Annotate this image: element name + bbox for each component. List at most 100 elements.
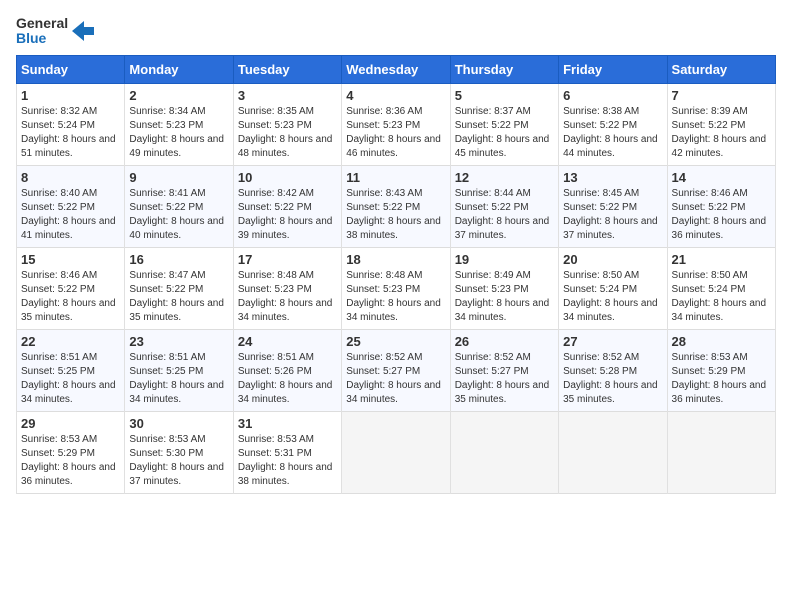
day-cell: 30 Sunrise: 8:53 AMSunset: 5:30 PMDayligh… (125, 411, 233, 493)
day-info: Sunrise: 8:42 AMSunset: 5:22 PMDaylight:… (238, 187, 337, 243)
day-info: Sunrise: 8:52 AMSunset: 5:28 PMDaylight:… (563, 351, 662, 407)
day-cell: 13 Sunrise: 8:45 AMSunset: 5:22 PMDayligh… (559, 165, 667, 247)
day-cell: 4 Sunrise: 8:36 AMSunset: 5:23 PMDaylight… (342, 83, 450, 165)
day-cell: 7 Sunrise: 8:39 AMSunset: 5:22 PMDaylight… (667, 83, 775, 165)
header: General Blue (16, 16, 776, 47)
day-number: 22 (21, 334, 120, 349)
header-thursday: Thursday (450, 55, 558, 83)
day-number: 30 (129, 416, 228, 431)
day-cell: 24 Sunrise: 8:51 AMSunset: 5:26 PMDayligh… (233, 329, 341, 411)
day-number: 9 (129, 170, 228, 185)
day-number: 1 (21, 88, 120, 103)
header-saturday: Saturday (667, 55, 775, 83)
day-info: Sunrise: 8:35 AMSunset: 5:23 PMDaylight:… (238, 105, 337, 161)
day-number: 13 (563, 170, 662, 185)
day-number: 27 (563, 334, 662, 349)
logo: General Blue (16, 16, 94, 47)
logo-text: General Blue (16, 16, 68, 47)
day-info: Sunrise: 8:44 AMSunset: 5:22 PMDaylight:… (455, 187, 554, 243)
header-monday: Monday (125, 55, 233, 83)
day-number: 8 (21, 170, 120, 185)
day-info: Sunrise: 8:39 AMSunset: 5:22 PMDaylight:… (672, 105, 771, 161)
day-cell: 12 Sunrise: 8:44 AMSunset: 5:22 PMDayligh… (450, 165, 558, 247)
week-row-5: 29 Sunrise: 8:53 AMSunset: 5:29 PMDayligh… (17, 411, 776, 493)
day-number: 26 (455, 334, 554, 349)
logo-blue: Blue (16, 31, 68, 46)
header-tuesday: Tuesday (233, 55, 341, 83)
day-info: Sunrise: 8:49 AMSunset: 5:23 PMDaylight:… (455, 269, 554, 325)
day-cell: 29 Sunrise: 8:53 AMSunset: 5:29 PMDayligh… (17, 411, 125, 493)
day-info: Sunrise: 8:34 AMSunset: 5:23 PMDaylight:… (129, 105, 228, 161)
day-cell: 21 Sunrise: 8:50 AMSunset: 5:24 PMDayligh… (667, 247, 775, 329)
day-number: 18 (346, 252, 445, 267)
day-cell: 26 Sunrise: 8:52 AMSunset: 5:27 PMDayligh… (450, 329, 558, 411)
day-cell (559, 411, 667, 493)
day-info: Sunrise: 8:40 AMSunset: 5:22 PMDaylight:… (21, 187, 120, 243)
day-info: Sunrise: 8:50 AMSunset: 5:24 PMDaylight:… (672, 269, 771, 325)
day-number: 17 (238, 252, 337, 267)
day-cell: 16 Sunrise: 8:47 AMSunset: 5:22 PMDayligh… (125, 247, 233, 329)
day-number: 29 (21, 416, 120, 431)
week-row-3: 15 Sunrise: 8:46 AMSunset: 5:22 PMDayligh… (17, 247, 776, 329)
day-cell: 17 Sunrise: 8:48 AMSunset: 5:23 PMDayligh… (233, 247, 341, 329)
day-info: Sunrise: 8:48 AMSunset: 5:23 PMDaylight:… (346, 269, 445, 325)
logo-general: General (16, 16, 68, 31)
day-info: Sunrise: 8:37 AMSunset: 5:22 PMDaylight:… (455, 105, 554, 161)
day-cell: 6 Sunrise: 8:38 AMSunset: 5:22 PMDaylight… (559, 83, 667, 165)
day-info: Sunrise: 8:52 AMSunset: 5:27 PMDaylight:… (346, 351, 445, 407)
day-number: 15 (21, 252, 120, 267)
day-info: Sunrise: 8:36 AMSunset: 5:23 PMDaylight:… (346, 105, 445, 161)
day-number: 31 (238, 416, 337, 431)
day-cell: 22 Sunrise: 8:51 AMSunset: 5:25 PMDayligh… (17, 329, 125, 411)
day-cell: 31 Sunrise: 8:53 AMSunset: 5:31 PMDayligh… (233, 411, 341, 493)
day-info: Sunrise: 8:53 AMSunset: 5:30 PMDaylight:… (129, 433, 228, 489)
day-info: Sunrise: 8:51 AMSunset: 5:26 PMDaylight:… (238, 351, 337, 407)
day-number: 7 (672, 88, 771, 103)
day-info: Sunrise: 8:53 AMSunset: 5:31 PMDaylight:… (238, 433, 337, 489)
day-number: 4 (346, 88, 445, 103)
day-info: Sunrise: 8:53 AMSunset: 5:29 PMDaylight:… (21, 433, 120, 489)
day-number: 11 (346, 170, 445, 185)
day-info: Sunrise: 8:48 AMSunset: 5:23 PMDaylight:… (238, 269, 337, 325)
day-info: Sunrise: 8:32 AMSunset: 5:24 PMDaylight:… (21, 105, 120, 161)
day-info: Sunrise: 8:52 AMSunset: 5:27 PMDaylight:… (455, 351, 554, 407)
day-cell: 19 Sunrise: 8:49 AMSunset: 5:23 PMDayligh… (450, 247, 558, 329)
day-info: Sunrise: 8:45 AMSunset: 5:22 PMDaylight:… (563, 187, 662, 243)
day-cell: 3 Sunrise: 8:35 AMSunset: 5:23 PMDaylight… (233, 83, 341, 165)
day-number: 24 (238, 334, 337, 349)
day-info: Sunrise: 8:50 AMSunset: 5:24 PMDaylight:… (563, 269, 662, 325)
day-cell (667, 411, 775, 493)
day-number: 5 (455, 88, 554, 103)
day-cell: 23Sunrise: 8:51 AMSunset: 5:25 PMDayligh… (125, 329, 233, 411)
day-info: Sunrise: 8:47 AMSunset: 5:22 PMDaylight:… (129, 269, 228, 325)
day-number: 19 (455, 252, 554, 267)
day-cell: 1 Sunrise: 8:32 AMSunset: 5:24 PMDaylight… (17, 83, 125, 165)
header-friday: Friday (559, 55, 667, 83)
day-number: 3 (238, 88, 337, 103)
week-row-2: 8 Sunrise: 8:40 AMSunset: 5:22 PMDaylight… (17, 165, 776, 247)
day-info: Sunrise: 8:46 AMSunset: 5:22 PMDaylight:… (21, 269, 120, 325)
day-cell: 10Sunrise: 8:42 AMSunset: 5:22 PMDayligh… (233, 165, 341, 247)
day-cell: 25Sunrise: 8:52 AMSunset: 5:27 PMDayligh… (342, 329, 450, 411)
day-number: 12 (455, 170, 554, 185)
day-info: Sunrise: 8:38 AMSunset: 5:22 PMDaylight:… (563, 105, 662, 161)
day-info: Sunrise: 8:41 AMSunset: 5:22 PMDaylight:… (129, 187, 228, 243)
day-number: 28 (672, 334, 771, 349)
day-info: Sunrise: 8:43 AMSunset: 5:22 PMDaylight:… (346, 187, 445, 243)
header-sunday: Sunday (17, 55, 125, 83)
day-cell: 27 Sunrise: 8:52 AMSunset: 5:28 PMDayligh… (559, 329, 667, 411)
day-cell: 9 Sunrise: 8:41 AMSunset: 5:22 PMDaylight… (125, 165, 233, 247)
day-cell (450, 411, 558, 493)
day-info: Sunrise: 8:46 AMSunset: 5:22 PMDaylight:… (672, 187, 771, 243)
day-number: 16 (129, 252, 228, 267)
header-wednesday: Wednesday (342, 55, 450, 83)
day-info: Sunrise: 8:51 AMSunset: 5:25 PMDaylight:… (129, 351, 228, 407)
day-cell: 5 Sunrise: 8:37 AMSunset: 5:22 PMDaylight… (450, 83, 558, 165)
day-info: Sunrise: 8:51 AMSunset: 5:25 PMDaylight:… (21, 351, 120, 407)
day-cell (342, 411, 450, 493)
day-number: 21 (672, 252, 771, 267)
day-info: Sunrise: 8:53 AMSunset: 5:29 PMDaylight:… (672, 351, 771, 407)
day-number: 6 (563, 88, 662, 103)
day-number: 2 (129, 88, 228, 103)
day-number: 20 (563, 252, 662, 267)
